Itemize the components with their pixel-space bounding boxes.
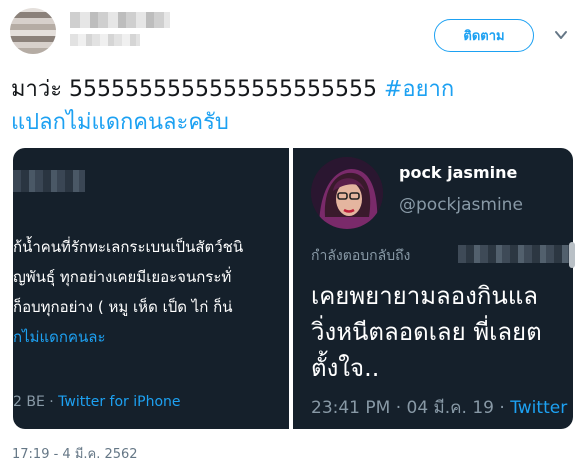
blurred-name [13,170,85,192]
embed-body-line-2: วิ่งหนีตลอดเลย พี่เลยต [311,318,542,346]
author-handle-blurred[interactable] [70,34,140,46]
embed-body-line-1: เคยพยายามลองกินแล [311,282,538,310]
hashtag-link-cont[interactable]: แปลกไม่แดกคนละครับ [11,110,229,135]
hashtag-link[interactable]: #อยาก [384,77,454,102]
embed-left-line-2: ญพันธุ์ ทุกอย่างเคยมีเยอะจนกระทั่ [13,268,232,286]
embed-avatar[interactable] [311,157,383,229]
tweet-text: มาว่ะ 5555555555555555555555 #อยาก แปลกไ… [11,73,571,139]
follow-button[interactable]: ติดตาม [434,19,534,52]
tweet-timestamp[interactable]: 17:19 - 4 มี.ค. 2562 [12,443,138,464]
chevron-down-icon[interactable] [554,28,568,42]
author-name-blurred[interactable] [70,12,170,28]
embed-left-line-1: ก้น้ำคนที่รักทะเลกระเบนเป็นสัตว์ชนิ [13,238,244,256]
embed-reply-label: กำลังตอบกลับถึง [311,248,411,264]
scrollbar-thumb[interactable] [569,242,575,268]
embed-display-name[interactable]: pock jasmine [399,163,517,182]
embed-handle[interactable]: @pockjasmine [399,195,523,215]
embedded-screenshot-right[interactable]: pock jasmine @pockjasmine กำลังตอบกลับถึ… [293,148,573,429]
embedded-screenshot-left[interactable]: ก้น้ำคนที่รักทะเลกระเบนเป็นสัตว์ชนิ ญพัน… [13,148,289,429]
avatar-portrait-icon [311,157,383,229]
embed-body-line-3: ตั้งใจ.. [311,354,380,382]
embed-right-meta: 23:41 PM · 04 มี.ค. 19 · Twitter [311,394,567,421]
embed-left-hashtag[interactable]: กไม่แดกคนละ [13,325,106,349]
embed-left-meta-prefix: 2 BE · [13,394,59,410]
tweet-text-plain: มาว่ะ 5555555555555555555555 [11,77,377,102]
embed-left-source[interactable]: Twitter for iPhone [58,394,180,410]
blurred-reply-handle [458,245,573,263]
author-avatar[interactable] [10,8,56,54]
embed-right-source[interactable]: Twitter [510,398,567,418]
embed-left-meta: 2 BE · Twitter for iPhone [13,394,181,410]
embed-left-line-3: ก็อบทุกอย่าง ( หมู เห็ด เป็ด ไก่ ก็น่ [13,298,233,316]
embed-right-time: 23:41 PM · 04 มี.ค. 19 · [311,398,511,418]
